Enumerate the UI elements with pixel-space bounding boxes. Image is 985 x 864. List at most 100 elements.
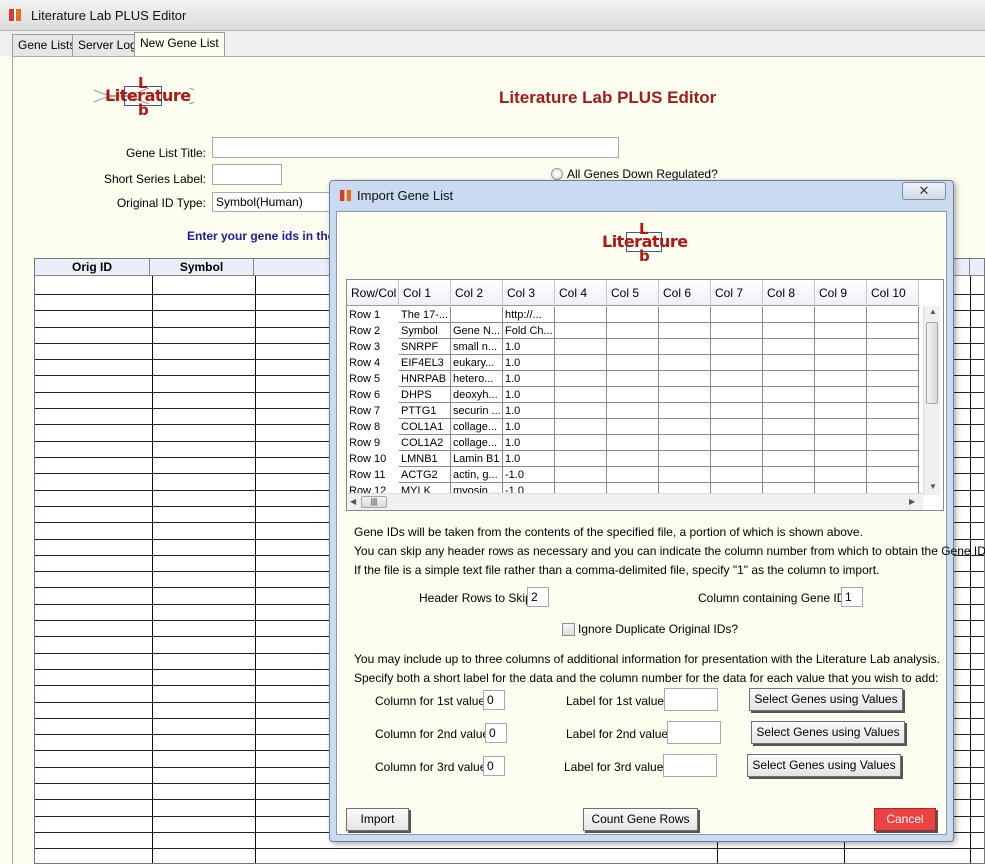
- header-rows-input[interactable]: 2: [527, 587, 549, 607]
- preview-cell[interactable]: [659, 307, 711, 323]
- gene-list-title-input[interactable]: [212, 137, 619, 158]
- preview-cell[interactable]: small n...: [451, 339, 503, 355]
- preview-cell[interactable]: [763, 339, 815, 355]
- close-button[interactable]: ✕: [902, 182, 946, 200]
- value-3-label-input[interactable]: [663, 754, 717, 777]
- preview-cell[interactable]: [711, 387, 763, 403]
- preview-cell[interactable]: [867, 323, 919, 339]
- scroll-up-icon[interactable]: ▲: [929, 307, 937, 316]
- preview-column-header[interactable]: Col 1: [399, 280, 451, 306]
- preview-cell[interactable]: [815, 451, 867, 467]
- preview-cell[interactable]: [607, 355, 659, 371]
- preview-column-header[interactable]: Col 7: [711, 280, 763, 306]
- preview-cell[interactable]: [555, 419, 607, 435]
- preview-cell[interactable]: [815, 387, 867, 403]
- preview-cell[interactable]: [711, 451, 763, 467]
- horizontal-scrollbar[interactable]: ◀ ||| ▶: [347, 493, 923, 510]
- preview-cell[interactable]: collage...: [451, 419, 503, 435]
- preview-cell[interactable]: Symbol: [399, 323, 451, 339]
- preview-cell[interactable]: [867, 307, 919, 323]
- gene-id-column-input[interactable]: 1: [841, 587, 863, 607]
- preview-cell[interactable]: [659, 323, 711, 339]
- preview-cell[interactable]: [815, 307, 867, 323]
- preview-cell[interactable]: [763, 371, 815, 387]
- preview-cell[interactable]: ACTG2: [399, 467, 451, 483]
- value-1-column-input[interactable]: 0: [483, 690, 505, 710]
- preview-cell[interactable]: [763, 403, 815, 419]
- preview-cell[interactable]: [815, 323, 867, 339]
- preview-cell[interactable]: deoxyh...: [451, 387, 503, 403]
- preview-cell[interactable]: [659, 451, 711, 467]
- select-genes-value-1-button[interactable]: Select Genes using Values: [749, 688, 903, 711]
- preview-cell[interactable]: [659, 467, 711, 483]
- preview-cell[interactable]: 1.0: [503, 435, 555, 451]
- preview-cell[interactable]: [555, 403, 607, 419]
- value-2-label-input[interactable]: [667, 721, 721, 744]
- preview-cell[interactable]: COL1A2: [399, 435, 451, 451]
- preview-cell[interactable]: Fold Ch...: [503, 323, 555, 339]
- preview-cell[interactable]: [555, 467, 607, 483]
- preview-cell[interactable]: [555, 387, 607, 403]
- short-series-input[interactable]: [212, 164, 282, 185]
- preview-cell[interactable]: [867, 467, 919, 483]
- preview-column-header[interactable]: Col 5: [607, 280, 659, 306]
- preview-cell[interactable]: DHPS: [399, 387, 451, 403]
- scroll-down-icon[interactable]: ▼: [929, 482, 937, 491]
- preview-cell[interactable]: hetero...: [451, 371, 503, 387]
- preview-cell[interactable]: [763, 419, 815, 435]
- preview-cell[interactable]: [607, 387, 659, 403]
- preview-cell[interactable]: [711, 419, 763, 435]
- file-preview-table[interactable]: Row/Col Col 1 Col 2 Col 3 Col 4 Col 5 Col 6 Col…: [346, 279, 944, 511]
- horizontal-scroll-thumb[interactable]: |||: [361, 496, 387, 508]
- all-genes-down-radio[interactable]: [551, 168, 563, 180]
- preview-cell[interactable]: [867, 451, 919, 467]
- preview-column-header[interactable]: Col 8: [763, 280, 815, 306]
- vertical-scroll-thumb[interactable]: [926, 322, 938, 404]
- preview-cell[interactable]: [711, 371, 763, 387]
- value-2-column-input[interactable]: 0: [485, 723, 507, 743]
- preview-cell[interactable]: [711, 403, 763, 419]
- preview-cell[interactable]: [607, 371, 659, 387]
- preview-cell[interactable]: [711, 467, 763, 483]
- preview-cell[interactable]: 1.0: [503, 355, 555, 371]
- preview-cell[interactable]: 1.0: [503, 371, 555, 387]
- preview-cell[interactable]: [711, 307, 763, 323]
- value-3-column-input[interactable]: 0: [483, 756, 505, 776]
- preview-column-header[interactable]: Col 10: [867, 280, 919, 306]
- scroll-left-icon[interactable]: ◀: [350, 497, 356, 506]
- preview-cell[interactable]: [867, 403, 919, 419]
- import-button[interactable]: Import: [346, 808, 409, 831]
- preview-cell[interactable]: [763, 323, 815, 339]
- column-header-orig-id[interactable]: Orig ID: [35, 259, 150, 276]
- preview-cell[interactable]: [711, 435, 763, 451]
- preview-header-rowcol[interactable]: Row/Col: [347, 280, 399, 306]
- preview-cell[interactable]: securin ...: [451, 403, 503, 419]
- preview-cell[interactable]: [451, 307, 503, 323]
- preview-cell[interactable]: 1.0: [503, 387, 555, 403]
- preview-cell[interactable]: 1.0: [503, 451, 555, 467]
- preview-cell[interactable]: [867, 339, 919, 355]
- preview-cell[interactable]: [763, 435, 815, 451]
- cancel-button[interactable]: Cancel: [874, 808, 936, 831]
- preview-cell[interactable]: [555, 307, 607, 323]
- preview-cell[interactable]: 1.0: [503, 419, 555, 435]
- preview-cell[interactable]: [607, 403, 659, 419]
- preview-cell[interactable]: [815, 403, 867, 419]
- preview-cell[interactable]: collage...: [451, 435, 503, 451]
- preview-cell[interactable]: [711, 355, 763, 371]
- preview-cell[interactable]: LMNB1: [399, 451, 451, 467]
- preview-cell[interactable]: [659, 403, 711, 419]
- preview-cell[interactable]: [555, 339, 607, 355]
- preview-cell[interactable]: [815, 371, 867, 387]
- preview-cell[interactable]: 1.0: [503, 339, 555, 355]
- preview-cell[interactable]: COL1A1: [399, 419, 451, 435]
- tab-new-gene-list[interactable]: New Gene List: [134, 32, 225, 56]
- preview-cell[interactable]: [763, 307, 815, 323]
- tab-gene-lists[interactable]: Gene Lists: [12, 34, 82, 56]
- preview-cell[interactable]: [555, 371, 607, 387]
- preview-cell[interactable]: [607, 339, 659, 355]
- preview-cell[interactable]: [815, 467, 867, 483]
- preview-column-header[interactable]: Col 9: [815, 280, 867, 306]
- count-gene-rows-button[interactable]: Count Gene Rows: [583, 808, 698, 831]
- preview-cell[interactable]: [659, 419, 711, 435]
